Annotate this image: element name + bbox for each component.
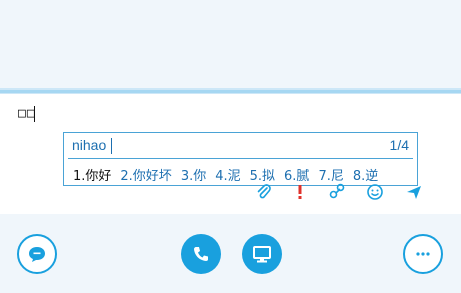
phone-icon [194,247,208,261]
call-button[interactable] [181,234,221,274]
ime-candidate[interactable]: 5.拟 [250,165,275,184]
ime-candidate[interactable]: 7.尼 [318,165,343,184]
pane-divider-line [0,90,461,93]
text-caret [34,106,35,122]
ellipsis-icon [416,252,430,256]
call-controls-bar [0,214,461,293]
chat-button[interactable] [17,234,57,274]
ime-candidate[interactable]: 1.你好 [73,165,111,184]
compose-text: □□ [18,106,36,121]
ime-pinyin-input: nihao [72,137,107,153]
ime-cursor [111,138,112,154]
monitor-icon [253,246,271,263]
ime-page-indicator: 1/4 [389,137,409,153]
ime-candidate[interactable]: 4.泥 [215,165,240,184]
chat-bubble-icon [29,247,45,262]
conversation-history-area [0,0,461,88]
alert-icon[interactable] [291,183,309,201]
ime-candidate[interactable]: 2.你好坏 [120,165,171,184]
ime-candidate-list: 1.你好 2.你好坏 3.你 4.泥 5.拟 6.腻 7.尼 8.逆 [73,165,378,184]
send-icon[interactable] [405,183,423,201]
screen-share-button[interactable] [242,234,282,274]
ime-candidate[interactable]: 6.腻 [284,165,309,184]
link-icon[interactable] [328,183,346,201]
more-options-button[interactable] [403,234,443,274]
paperclip-icon[interactable] [255,183,273,201]
smiley-icon[interactable] [366,183,384,201]
ime-candidate[interactable]: 8.逆 [353,165,378,184]
ime-separator [68,158,413,159]
ime-candidate-window: nihao 1/4 1.你好 2.你好坏 3.你 4.泥 5.拟 6.腻 7.尼… [63,132,418,186]
ime-candidate[interactable]: 3.你 [181,165,206,184]
